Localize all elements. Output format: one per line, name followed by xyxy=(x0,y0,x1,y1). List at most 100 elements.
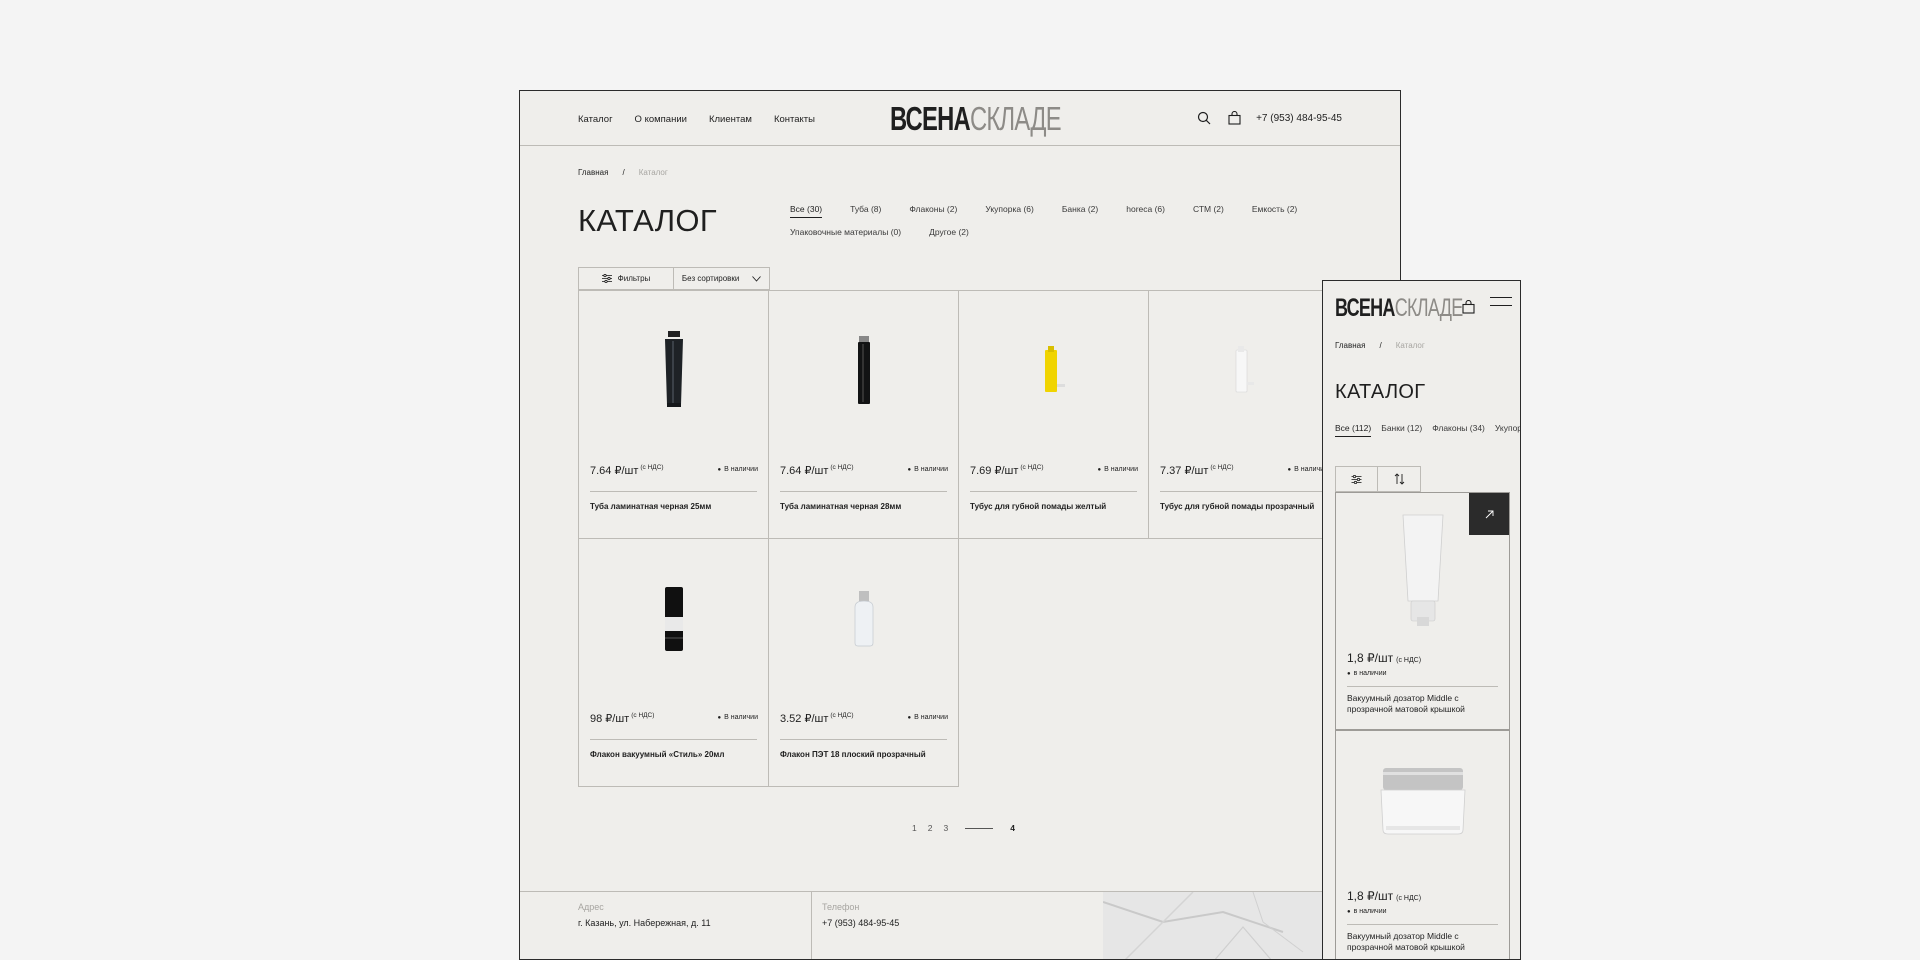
product-name[interactable]: Флакон ПЭТ 18 плоский прозрачный xyxy=(780,750,926,759)
filters-icon xyxy=(1351,474,1362,484)
product-price: 1,8 ₽/шт (с НДС) xyxy=(1347,651,1422,665)
tab-jars[interactable]: Банки (12) xyxy=(1381,423,1422,437)
address-label: Адрес xyxy=(578,902,604,912)
filters-icon xyxy=(601,274,612,283)
sort-label: Без сортировки xyxy=(681,274,740,283)
breadcrumb-separator: / xyxy=(622,168,625,177)
sort-select[interactable]: Без сортировки xyxy=(674,268,769,289)
product-name[interactable]: Флакон вакуумный «Стиль» 20мл xyxy=(590,750,724,759)
tab-flacons[interactable]: Флаконы (2) xyxy=(909,204,957,218)
product-name[interactable]: Вакуумный дозатор Middle с прозрачной ма… xyxy=(1347,693,1497,715)
tab-all[interactable]: Все (30) xyxy=(790,204,823,218)
tab-caps[interactable]: Укупорка (6) xyxy=(985,204,1034,218)
stock-badge: В наличии xyxy=(908,466,948,473)
catalog-controls: Фильтры Без сортировки xyxy=(578,267,770,290)
stock-badge: в наличии xyxy=(1347,670,1387,677)
product-price: 7.69 ₽/шт (с НДС) xyxy=(970,464,1044,477)
menu-icon[interactable] xyxy=(1490,297,1512,313)
product-image xyxy=(579,321,768,421)
product-card[interactable]: 7.64 ₽/шт(с НДС) В наличии Туба ламинатн… xyxy=(768,290,959,539)
product-card[interactable]: 7.69 ₽/шт(с НДС) В наличии Тубус для губ… xyxy=(958,290,1149,539)
mobile-logo-part-1: ВСЕНА xyxy=(1335,294,1395,322)
header-phone[interactable]: +7 (953) 484-95-45 xyxy=(1256,113,1342,124)
page-2[interactable]: 2 xyxy=(928,823,933,833)
mobile-breadcrumb: Главная / Каталог xyxy=(1335,341,1425,350)
stock-badge: В наличии xyxy=(1098,466,1138,473)
product-card[interactable]: 1,8 ₽/шт(с НДС) в наличии Вакуумный доза… xyxy=(1335,492,1510,730)
tab-caps[interactable]: Укупорка xyxy=(1495,423,1520,437)
nav-catalog[interactable]: Каталог xyxy=(578,114,613,125)
product-card[interactable]: 7.64 ₽/шт(с НДС) В наличии Туба ламинатн… xyxy=(578,290,769,539)
product-card[interactable]: 7.37 ₽/шт(с НДС) В наличии Тубус для губ… xyxy=(1148,290,1339,539)
mobile-logo[interactable]: ВСЕНАСКЛАДЕ xyxy=(1335,294,1463,323)
logo[interactable]: ВСЕНАСКЛАДЕ xyxy=(890,100,1062,138)
product-price: 7.64 ₽/шт (с НДС) xyxy=(780,464,854,477)
search-icon[interactable] xyxy=(1196,110,1212,126)
breadcrumb-current: Каталог xyxy=(638,168,668,177)
mobile-frame: ВСЕНАСКЛАДЕ Главная / Каталог КАТАЛОГ Вс… xyxy=(1322,280,1521,960)
tab-stm[interactable]: СТМ (2) xyxy=(1193,204,1224,218)
stock-badge: В наличии xyxy=(908,714,948,721)
product-card[interactable]: 3.52 ₽/шт(с НДС) В наличии Флакон ПЭТ 18… xyxy=(768,538,959,787)
nav-contacts[interactable]: Контакты xyxy=(774,114,815,125)
product-price: 98 ₽/шт (с НДС) xyxy=(590,712,655,725)
nav-about[interactable]: О компании xyxy=(635,114,687,125)
product-price: 1,8 ₽/шт (с НДС) xyxy=(1347,889,1422,903)
product-price: 7.37 ₽/шт (с НДС) xyxy=(1160,464,1234,477)
product-price: 3.52 ₽/шт (с НДС) xyxy=(780,712,854,725)
stock-badge: В наличии xyxy=(718,714,758,721)
tab-tuba[interactable]: Туба (8) xyxy=(850,204,881,218)
cart-icon[interactable] xyxy=(1460,299,1476,315)
product-card[interactable]: 98 ₽/шт(с НДС) В наличии Флакон вакуумны… xyxy=(578,538,769,787)
product-image xyxy=(579,569,768,669)
nav-clients[interactable]: Клиентам xyxy=(709,114,752,125)
product-name[interactable]: Тубус для губной помады прозрачный xyxy=(1160,502,1314,511)
sort-button[interactable] xyxy=(1378,467,1420,491)
pagination-ellipsis xyxy=(965,827,994,829)
sort-icon xyxy=(1394,473,1404,485)
tab-flacons[interactable]: Флаконы (34) xyxy=(1432,423,1485,437)
page-3[interactable]: 3 xyxy=(943,823,948,833)
tab-jars[interactable]: Банка (2) xyxy=(1062,204,1098,218)
desktop-frame: Каталог О компании Клиентам Контакты ВСЕ… xyxy=(519,90,1401,960)
page-title: КАТАЛОГ xyxy=(578,203,717,238)
desktop-header: Каталог О компании Клиентам Контакты ВСЕ… xyxy=(520,91,1400,146)
address-value: г. Казань, ул. Набережная, д. 11 xyxy=(578,918,711,928)
page-4[interactable]: 4 xyxy=(1010,823,1015,833)
tab-other[interactable]: Другое (2) xyxy=(929,227,969,240)
stock-badge: в наличии xyxy=(1347,908,1387,915)
pagination: 1 2 3 4 xyxy=(912,823,1015,833)
product-image xyxy=(769,569,958,669)
product-name[interactable]: Туба ламинатная черная 28мм xyxy=(780,502,901,511)
logo-part-1: ВСЕНА xyxy=(890,100,971,137)
filters-button[interactable]: Фильтры xyxy=(579,268,674,289)
mobile-category-tabs: Все (112) Банки (12) Флаконы (34) Укупор… xyxy=(1335,423,1520,437)
breadcrumb-home[interactable]: Главная xyxy=(578,168,608,177)
mobile-header: ВСЕНАСКЛАДЕ xyxy=(1323,281,1520,331)
breadcrumb-home[interactable]: Главная xyxy=(1335,341,1365,350)
tab-containers[interactable]: Емкость (2) xyxy=(1252,204,1297,218)
logo-part-2: СКЛАДЕ xyxy=(969,100,1062,137)
mobile-controls xyxy=(1335,466,1421,492)
breadcrumb-current: Каталог xyxy=(1395,341,1425,350)
cart-icon[interactable] xyxy=(1226,110,1242,126)
breadcrumb: Главная / Каталог xyxy=(578,168,668,177)
tab-all[interactable]: Все (112) xyxy=(1335,423,1372,437)
mobile-logo-part-2: СКЛАДЕ xyxy=(1394,294,1464,322)
product-image xyxy=(959,321,1148,421)
product-price: 7.64 ₽/шт (с НДС) xyxy=(590,464,664,477)
mobile-page-title: КАТАЛОГ xyxy=(1335,381,1426,403)
product-name[interactable]: Тубус для губной помады желтый xyxy=(970,502,1106,511)
product-image xyxy=(769,321,958,421)
phone-value[interactable]: +7 (953) 484-95-45 xyxy=(822,918,1104,928)
header-actions: +7 (953) 484-95-45 xyxy=(1196,110,1342,126)
stock-badge: В наличии xyxy=(718,466,758,473)
product-name[interactable]: Туба ламинатная черная 25мм xyxy=(590,502,711,511)
filters-button[interactable] xyxy=(1336,467,1379,491)
tab-horeca[interactable]: horeca (6) xyxy=(1126,204,1165,218)
product-card[interactable]: 1,8 ₽/шт(с НДС) в наличии Вакуумный доза… xyxy=(1335,730,1510,959)
tab-packaging[interactable]: Упаковочные материалы (0) xyxy=(790,227,901,240)
product-image xyxy=(1336,513,1509,633)
page-1[interactable]: 1 xyxy=(912,823,917,833)
breadcrumb-separator: / xyxy=(1379,341,1382,350)
